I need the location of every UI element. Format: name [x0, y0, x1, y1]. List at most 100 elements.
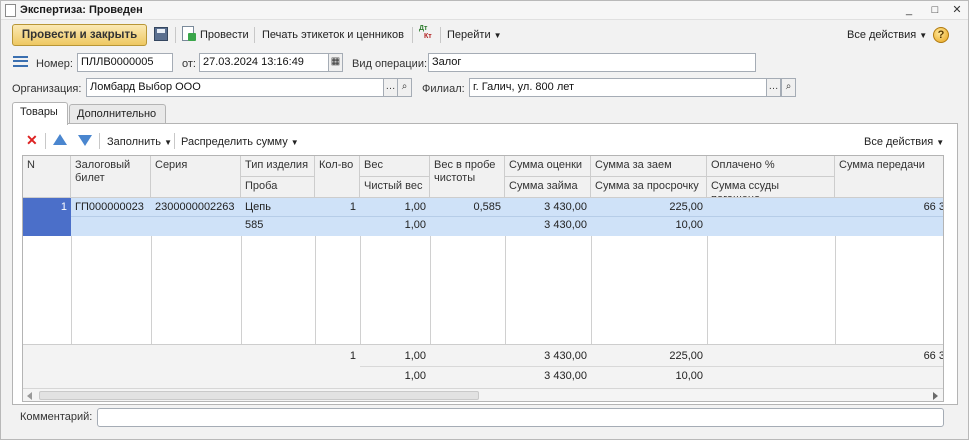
- close-button[interactable]: ✕: [949, 3, 965, 18]
- tab-goods[interactable]: Товары: [12, 102, 68, 125]
- item-type-cell[interactable]: Цепь: [241, 198, 315, 216]
- total-sum-for-loan: 225,00: [669, 350, 703, 362]
- move-down-icon[interactable]: [78, 135, 92, 146]
- sum-for-loan-cell[interactable]: 225,00: [591, 198, 707, 216]
- series-cell[interactable]: 2300000002263: [151, 198, 241, 216]
- help-icon[interactable]: ?: [933, 27, 949, 43]
- all-actions-label: Все действия: [864, 136, 934, 148]
- list-icon: [13, 56, 28, 67]
- select-ellipsis-icon[interactable]: …: [766, 78, 781, 97]
- command-bar: Провести и закрыть Провести Печать этике…: [1, 21, 968, 49]
- col-header-loan-sum[interactable]: Сумма займа: [505, 177, 591, 198]
- loan-sum-cell[interactable]: 3 430,00: [505, 216, 591, 234]
- dropdown-arrow-icon: ▼: [919, 31, 928, 40]
- total-net-weight: 1,00: [404, 370, 426, 382]
- organization-field[interactable]: Ломбард Выбор ООО: [86, 78, 384, 97]
- search-icon[interactable]: ⌕: [781, 78, 796, 97]
- scroll-right-icon[interactable]: [933, 392, 938, 400]
- col-header-weight[interactable]: Вес: [360, 156, 430, 177]
- goods-table: N Залоговый билет Серия Тип изделия Проб…: [22, 155, 944, 402]
- post-icon[interactable]: [182, 26, 196, 41]
- branch-field[interactable]: г. Галич, ул. 800 лет: [469, 78, 767, 97]
- debit-credit-icon[interactable]: Дт Кт: [419, 25, 435, 43]
- row-inner-divider: [71, 216, 943, 217]
- appraisal-cell[interactable]: 3 430,00: [505, 198, 591, 216]
- minimize-button[interactable]: _: [901, 3, 917, 18]
- all-actions-menu[interactable]: Все действия ▼: [847, 28, 927, 44]
- goods-panel: ✕ Заполнить ▼ Распределить сумму ▼ Все д…: [12, 123, 958, 405]
- horizontal-scrollbar[interactable]: [23, 388, 943, 401]
- total-loan-sum: 3 430,00: [544, 370, 587, 382]
- distribute-menu[interactable]: Распределить сумму ▼: [181, 135, 299, 151]
- col-header-transfer[interactable]: Сумма передачи: [835, 156, 943, 198]
- probe-cell[interactable]: 585: [241, 216, 315, 234]
- total-sum-overdue: 10,00: [675, 370, 703, 382]
- col-header-probe[interactable]: Проба: [241, 177, 315, 198]
- scroll-left-icon[interactable]: [27, 392, 32, 400]
- post-button[interactable]: Провести: [200, 28, 249, 44]
- transfer-cell[interactable]: 3 66: [835, 198, 943, 216]
- branch-label: Филиал:: [422, 83, 465, 95]
- goto-menu[interactable]: Перейти ▼: [447, 28, 502, 44]
- operation-label: Вид операции:: [352, 58, 428, 70]
- delete-icon[interactable]: ✕: [26, 133, 38, 147]
- weight-pure-cell[interactable]: 0,585: [430, 198, 505, 216]
- select-ellipsis-icon[interactable]: …: [383, 78, 398, 97]
- col-header-weight-pure[interactable]: Вес в пробе чистоты: [430, 156, 505, 198]
- title-bar: Экспертиза: Проведен _ □ ✕: [1, 1, 968, 20]
- calendar-icon[interactable]: ▦: [328, 53, 343, 72]
- print-labels-button[interactable]: Печать этикеток и ценников: [262, 28, 404, 44]
- window-title: Экспертиза: Проведен: [20, 4, 143, 16]
- col-header-sum-overdue[interactable]: Сумма за просрочку: [591, 177, 707, 198]
- save-icon[interactable]: [154, 27, 168, 41]
- tab-additional[interactable]: Дополнительно: [69, 104, 166, 124]
- net-weight-cell[interactable]: 1,00: [360, 216, 430, 234]
- maximize-button[interactable]: □: [927, 3, 943, 18]
- col-header-item-type[interactable]: Тип изделия: [241, 156, 315, 177]
- toolbar-separator: [175, 27, 176, 43]
- totals-footer: 1 1,00 1,00 3 430,00 3 430,00 225,00 10,…: [23, 344, 943, 388]
- document-window: Экспертиза: Проведен _ □ ✕ Провести и за…: [0, 0, 969, 440]
- number-field[interactable]: ПЛЛВ0000005: [77, 53, 173, 72]
- col-header-paid-pct[interactable]: Оплачено %: [707, 156, 835, 177]
- sum-overdue-cell[interactable]: 10,00: [591, 216, 707, 234]
- toolbar-separator: [45, 133, 46, 149]
- comment-label: Комментарий:: [20, 411, 93, 423]
- total-transfer: 3 66: [923, 350, 943, 362]
- footer-inner-divider: [360, 366, 943, 367]
- comment-field[interactable]: [97, 408, 944, 427]
- paid-pct-cell[interactable]: [707, 198, 835, 204]
- col-header-net-weight[interactable]: Чистый вес: [360, 177, 430, 198]
- panel-all-actions-menu[interactable]: Все действия ▼: [864, 135, 944, 151]
- table-toolbar: ✕ Заполнить ▼ Распределить сумму ▼ Все д…: [13, 124, 957, 154]
- search-icon[interactable]: ⌕: [397, 78, 412, 97]
- goto-label: Перейти: [447, 29, 491, 41]
- move-up-icon[interactable]: [53, 134, 67, 145]
- toolbar-separator: [174, 133, 175, 149]
- dropdown-arrow-icon: ▼: [290, 138, 299, 147]
- toolbar-separator: [99, 133, 100, 149]
- document-icon: [5, 4, 16, 17]
- fill-menu[interactable]: Заполнить ▼: [107, 135, 172, 151]
- scroll-thumb[interactable]: [39, 391, 479, 400]
- total-appraisal: 3 430,00: [544, 350, 587, 362]
- distribute-label: Распределить сумму: [181, 136, 288, 148]
- table-row[interactable]: 1 ГП000000023 2300000002263 Цепь 585 1 1…: [23, 198, 943, 236]
- qty-cell[interactable]: 1: [315, 198, 360, 216]
- ticket-cell[interactable]: ГП000000023: [71, 198, 151, 216]
- col-header-ticket[interactable]: Залоговый билет: [71, 156, 151, 198]
- post-and-close-button[interactable]: Провести и закрыть: [12, 24, 147, 46]
- col-header-sum-for-loan[interactable]: Сумма за заем: [591, 156, 707, 177]
- weight-cell[interactable]: 1,00: [360, 198, 430, 216]
- operation-field[interactable]: Залог: [428, 53, 756, 72]
- fill-label: Заполнить: [107, 136, 162, 148]
- col-header-qty[interactable]: Кол-во: [315, 156, 360, 198]
- total-weight: 1,00: [404, 350, 426, 362]
- dropdown-arrow-icon: ▼: [164, 138, 172, 147]
- all-actions-label: Все действия: [847, 29, 917, 41]
- col-header-loan-repaid[interactable]: Сумма ссуды погашено: [707, 177, 835, 198]
- col-header-series[interactable]: Серия: [151, 156, 241, 198]
- date-field[interactable]: 27.03.2024 13:16:49: [199, 53, 329, 72]
- col-header-appraisal[interactable]: Сумма оценки: [505, 156, 591, 177]
- col-header-n[interactable]: N: [23, 156, 71, 198]
